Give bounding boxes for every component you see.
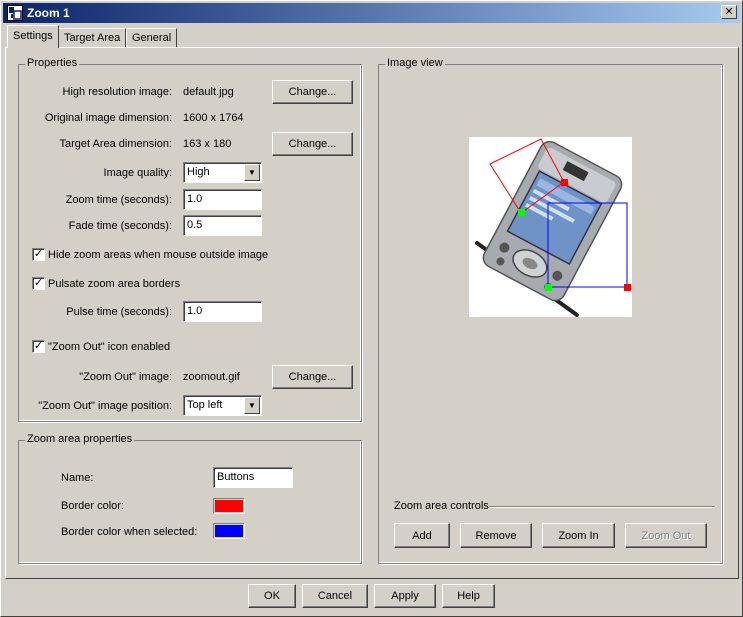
help-button[interactable]: Help (442, 584, 495, 608)
hide-zoom-checkbox[interactable]: ✓ (32, 248, 45, 261)
pda-image (475, 138, 631, 317)
zoom-time-label: Zoom time (seconds): (65, 194, 172, 206)
zoom-area-properties-title: Zoom area properties (25, 433, 135, 445)
zoom-time-input[interactable]: 1.0 (183, 189, 262, 210)
fade-time-label: Fade time (seconds): (68, 220, 172, 232)
border-color-swatch[interactable] (213, 498, 245, 514)
ok-button[interactable]: OK (248, 584, 296, 608)
close-button[interactable]: ✕ (721, 5, 737, 19)
border-color-fill (215, 500, 243, 512)
title-bar[interactable]: Zoom 1 ✕ (3, 3, 740, 23)
zoom-area-name-input[interactable]: Buttons (213, 467, 293, 488)
change-high-res-label: Change... (288, 86, 337, 98)
tab-settings-label: Settings (13, 30, 53, 42)
zoom-out-position-label: "Zoom Out" image position: (38, 400, 172, 412)
dialog-window: Zoom 1 ✕ Settings Target Area General Pr… (0, 0, 743, 617)
close-icon: ✕ (724, 6, 734, 18)
apply-button[interactable]: Apply (374, 584, 436, 608)
zoom-out-icon-label: "Zoom Out" icon enabled (48, 341, 171, 353)
pulse-time-label: Pulse time (seconds): (66, 306, 172, 318)
ok-label: OK (264, 590, 280, 602)
tab-general[interactable]: General (126, 28, 178, 48)
target-dim-label: Target Area dimension: (59, 138, 172, 150)
image-preview[interactable] (469, 137, 632, 317)
zoom-in-label: Zoom In (558, 529, 599, 542)
fade-time-input[interactable]: 0.5 (183, 215, 262, 236)
window-title: Zoom 1 (27, 6, 70, 20)
pulse-time-input[interactable]: 1.0 (183, 301, 262, 322)
remove-zoom-area-button[interactable]: Remove (460, 523, 532, 548)
change-zoom-out-image-button[interactable]: Change... (272, 365, 353, 389)
change-target-area-label: Change... (288, 138, 337, 150)
tab-settings[interactable]: Settings (7, 25, 59, 48)
remove-label: Remove (475, 529, 517, 542)
zoom-area-controls-separator (489, 506, 715, 508)
zoom-out-image-value: zoomout.gif (183, 371, 240, 383)
cancel-button[interactable]: Cancel (302, 584, 368, 608)
change-target-area-button[interactable]: Change... (272, 132, 353, 156)
hide-zoom-label: Hide zoom areas when mouse outside image (48, 249, 269, 261)
zoom-area-controls-title: Zoom area controls (394, 500, 489, 512)
change-high-res-button[interactable]: Change... (272, 80, 353, 104)
high-res-value: default.jpg (183, 86, 234, 98)
add-zoom-area-button[interactable]: Add (394, 523, 450, 548)
high-res-label: High resolution image: (62, 86, 172, 98)
cancel-label: Cancel (317, 590, 353, 602)
zoom-out-label: Zoom Out (641, 529, 691, 542)
zoom-out-position-select[interactable]: Top left ▼ (183, 395, 262, 416)
app-icon (7, 5, 23, 21)
image-quality-select[interactable]: High ▼ (183, 162, 262, 183)
pulsate-label: Pulsate zoom area borders (48, 278, 181, 290)
border-selected-color-swatch[interactable] (213, 523, 245, 539)
image-quality-label: Image quality: (103, 167, 172, 179)
orig-dim-label: Original image dimension: (44, 112, 172, 124)
properties-group-title: Properties (25, 57, 80, 69)
border-color-label: Border color: (61, 500, 124, 512)
tab-target-area[interactable]: Target Area (58, 28, 127, 48)
image-view-title: Image view (385, 57, 445, 69)
zoom-in-button[interactable]: Zoom In (542, 523, 615, 548)
zoom-out-position-value: Top left (187, 399, 223, 411)
chevron-down-icon[interactable]: ▼ (244, 397, 260, 414)
border-selected-label: Border color when selected: (61, 526, 198, 538)
image-quality-value: High (187, 166, 210, 178)
chevron-down-icon[interactable]: ▼ (244, 164, 260, 181)
zoom-area-name-label: Name: (61, 472, 94, 484)
help-label: Help (457, 590, 480, 602)
border-selected-color-fill (215, 525, 243, 537)
zoom-out-image-label: "Zoom Out" image: (79, 371, 172, 383)
orig-dim-value: 1600 x 1764 (183, 112, 244, 124)
pulsate-checkbox[interactable]: ✓ (32, 277, 45, 290)
zoom-out-button[interactable]: Zoom Out (625, 523, 707, 548)
change-zoom-out-image-label: Change... (288, 371, 337, 383)
tab-target-area-label: Target Area (64, 32, 121, 44)
add-label: Add (412, 529, 432, 542)
apply-label: Apply (391, 590, 419, 602)
tab-general-label: General (132, 32, 172, 44)
zoom-out-icon-checkbox[interactable]: ✓ (32, 340, 45, 353)
target-dim-value: 163 x 180 (183, 138, 232, 150)
